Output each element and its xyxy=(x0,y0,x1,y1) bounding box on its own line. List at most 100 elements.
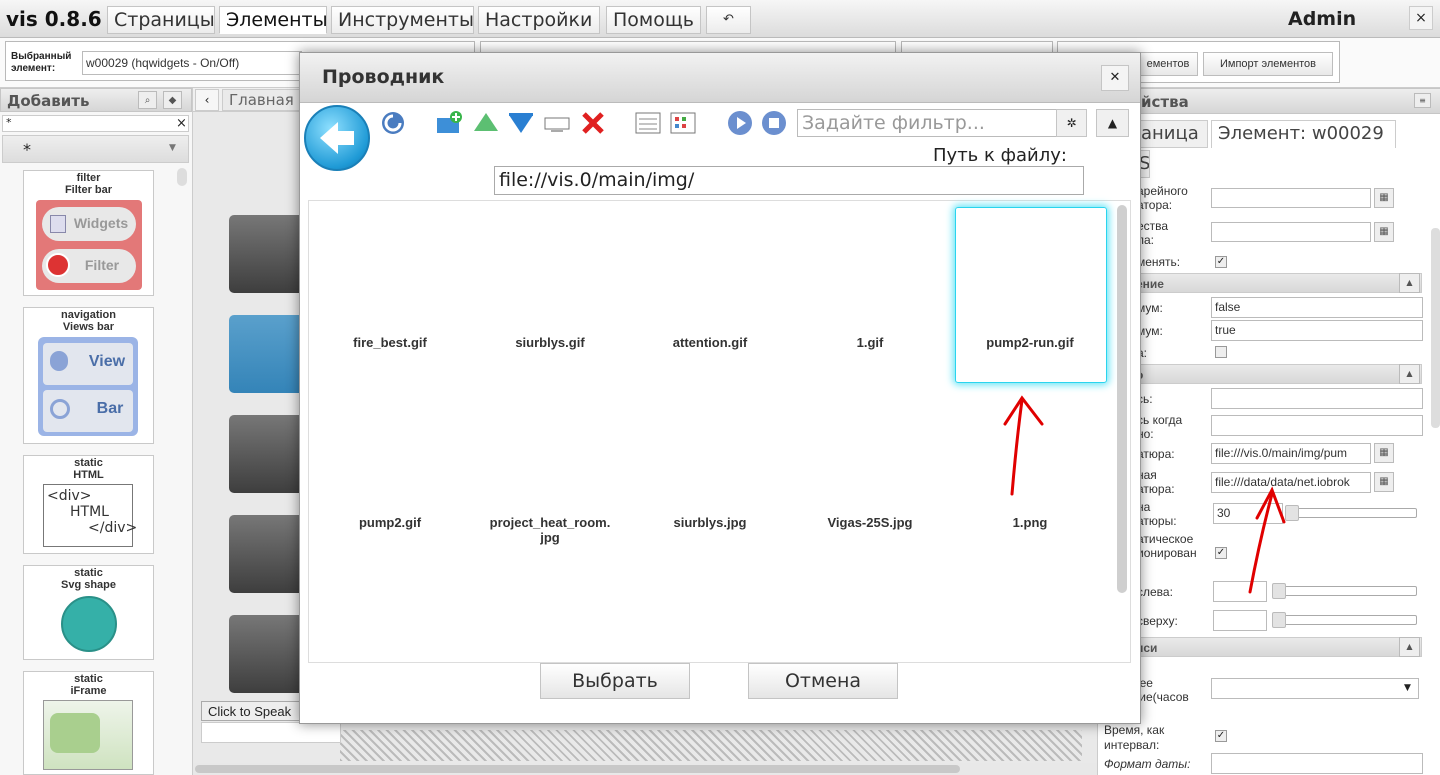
canvas-widget-1[interactable] xyxy=(229,215,301,293)
ellipsis-button[interactable]: ▦ xyxy=(1374,472,1394,492)
download-icon[interactable] xyxy=(507,109,535,137)
tab-settings[interactable]: Настройки xyxy=(478,6,600,34)
select-button[interactable]: Выбрать xyxy=(540,663,690,699)
file-item[interactable]: attention.gif xyxy=(635,335,785,350)
section-header-3[interactable]: иси xyxy=(1105,637,1422,657)
prop-label-autopos-b: ионирован xyxy=(1137,546,1197,560)
section-header-1[interactable]: ение xyxy=(1105,273,1422,293)
palette-scrollbar[interactable] xyxy=(177,168,187,186)
path-input[interactable]: file://vis.0/main/img/ xyxy=(494,166,1084,195)
section-header-2[interactable]: о xyxy=(1105,364,1422,384)
refresh-icon[interactable] xyxy=(379,109,407,137)
close-icon[interactable]: × xyxy=(1409,6,1433,30)
tab-pages[interactable]: Страницы xyxy=(107,6,215,34)
tab-widgets[interactable]: Элементы xyxy=(219,6,327,34)
clear-filter-icon[interactable]: × xyxy=(176,116,187,131)
new-folder-icon[interactable] xyxy=(435,109,463,137)
cancel-button[interactable]: Отмена xyxy=(748,663,898,699)
file-item[interactable]: siurblys.gif xyxy=(475,335,625,350)
list-view-icon[interactable] xyxy=(634,109,662,137)
prop-text-on-input[interactable] xyxy=(1211,415,1423,436)
file-item[interactable]: project_heat_room. jpg xyxy=(475,515,625,545)
click-to-speak-button[interactable]: Click to Speak xyxy=(201,701,301,721)
properties-scrollbar[interactable] xyxy=(1431,228,1440,428)
prop-left-input[interactable] xyxy=(1213,581,1267,602)
play-icon[interactable] xyxy=(726,109,754,137)
file-item[interactable]: 1.png xyxy=(955,515,1105,530)
prop-date-format-input[interactable] xyxy=(1211,753,1423,774)
canvas-hscrollbar[interactable] xyxy=(195,765,960,773)
ellipsis-button[interactable]: ▦ xyxy=(1374,222,1394,242)
prop-image-width-input[interactable]: 30 xyxy=(1213,503,1283,524)
speak-input[interactable] xyxy=(201,722,341,743)
canvas-widget-2[interactable] xyxy=(229,315,301,393)
image-width-slider[interactable] xyxy=(1287,508,1417,518)
undo-button[interactable]: ↶ xyxy=(706,6,751,34)
canvas-widget-4[interactable] xyxy=(229,515,301,593)
prop-image-on-input[interactable]: file:///data/data/net.iobrok xyxy=(1211,472,1371,493)
ellipsis-button[interactable]: ▦ xyxy=(1374,188,1394,208)
widget-tile-views-bar[interactable]: navigation Views bar View Bar xyxy=(23,307,154,444)
prop-checkbox-1[interactable]: ✓ xyxy=(1215,256,1227,268)
palette-filter-input[interactable]: * xyxy=(2,115,189,132)
tile-view-icon[interactable] xyxy=(669,109,697,137)
tab-page-props[interactable]: аница xyxy=(1138,120,1208,148)
selected-widget-select[interactable]: w00029 (hqwidgets - On/Off) xyxy=(82,51,302,75)
left-slider[interactable] xyxy=(1272,586,1417,596)
widget-tile-svg-shape[interactable]: static Svg shape xyxy=(23,565,154,660)
file-filter-input[interactable]: Задайте фильтр... xyxy=(797,109,1057,137)
prop-checkbox-autopos[interactable]: ✓ xyxy=(1215,547,1227,559)
widget-tile-iframe[interactable]: static iFrame xyxy=(23,671,154,775)
top-slider[interactable] xyxy=(1272,615,1417,625)
collapse-icon[interactable]: ▲ xyxy=(1399,364,1420,384)
search-icon[interactable]: ⌕ xyxy=(138,91,157,109)
file-item[interactable]: pump2.gif xyxy=(315,515,465,530)
file-item[interactable]: fire_best.gif xyxy=(315,335,465,350)
gear-icon[interactable]: ✲ xyxy=(1056,109,1087,137)
canvas-widget-5[interactable] xyxy=(229,615,301,693)
prop-checkbox-time-interval[interactable]: ✓ xyxy=(1215,730,1227,742)
collapse-icon[interactable]: ▲ xyxy=(1399,273,1420,293)
widget-tile-html[interactable]: static HTML <div> HTML </div> xyxy=(23,455,154,554)
file-item[interactable]: 1.gif xyxy=(795,335,945,350)
collapse-icon[interactable]: ▲ xyxy=(1399,637,1420,657)
prop-top-input[interactable] xyxy=(1213,610,1267,631)
slider-handle[interactable] xyxy=(1272,583,1286,599)
widget-set-select[interactable]: * ▼ xyxy=(2,135,189,163)
file-item[interactable]: Vigas-25S.jpg xyxy=(795,515,945,530)
file-item-selected[interactable]: pump2-run.gif xyxy=(955,335,1105,350)
breadcrumb-main[interactable]: Главная xyxy=(222,89,302,111)
prop-image-input[interactable]: file:///vis.0/main/img/pum xyxy=(1211,443,1371,464)
file-item[interactable]: siurblys.jpg xyxy=(635,515,785,530)
properties-header: йства xyxy=(1098,88,1440,114)
warning-icon[interactable]: ▲ xyxy=(1096,109,1129,137)
tab-help[interactable]: Помощь xyxy=(606,6,701,34)
tag-icon[interactable]: ◆ xyxy=(163,91,182,109)
menu-icon[interactable]: ≡ xyxy=(1414,93,1431,108)
prop-last-change-select[interactable] xyxy=(1211,678,1419,699)
slider-handle[interactable] xyxy=(1285,505,1299,521)
tab-element-props[interactable]: Элемент: w00029 xyxy=(1211,120,1396,148)
prop-checkbox-invert[interactable] xyxy=(1215,346,1227,358)
prop-min-input[interactable]: false xyxy=(1211,297,1423,318)
import-widgets-button[interactable]: Импорт элементов xyxy=(1203,52,1333,76)
rename-icon[interactable] xyxy=(543,109,571,137)
chevron-left-icon[interactable]: ‹ xyxy=(195,89,219,111)
tab-tools[interactable]: Инструменты xyxy=(331,6,474,34)
prop-max-input[interactable]: true xyxy=(1211,320,1423,341)
prop-text-input[interactable] xyxy=(1211,388,1423,409)
prop-input-2[interactable] xyxy=(1211,222,1371,242)
back-icon[interactable] xyxy=(304,105,370,171)
ellipsis-button[interactable]: ▦ xyxy=(1374,443,1394,463)
prop-label-autopos: атическое ионирован xyxy=(1137,532,1197,560)
delete-icon[interactable] xyxy=(579,109,607,137)
upload-icon[interactable] xyxy=(472,109,500,137)
slider-handle[interactable] xyxy=(1272,612,1286,628)
widget-tile-filter-bar[interactable]: filter Filter bar Widgets Filter xyxy=(23,170,154,296)
stop-icon[interactable] xyxy=(760,109,788,137)
dialog-close-icon[interactable]: ✕ xyxy=(1101,65,1129,91)
file-list-scrollbar[interactable] xyxy=(1117,205,1127,593)
export-widgets-button[interactable]: ементов xyxy=(1138,52,1198,76)
prop-input-1[interactable] xyxy=(1211,188,1371,208)
canvas-widget-3[interactable] xyxy=(229,415,301,493)
